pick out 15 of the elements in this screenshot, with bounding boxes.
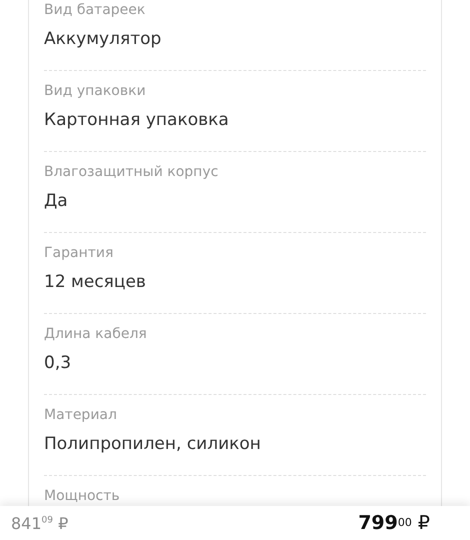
spec-value: Полипропилен, силикон bbox=[44, 433, 261, 456]
spec-label: Вид упаковки bbox=[44, 82, 146, 101]
spec-value: 0,3 bbox=[44, 352, 72, 375]
spec-label: Вид батареек bbox=[44, 1, 146, 20]
price: 799$^{00}$ ₽ bbox=[358, 512, 430, 534]
spec-label: Мощность bbox=[44, 487, 120, 506]
spec-label: Материал bbox=[44, 406, 117, 425]
spec-label: Влагозащитный корпус bbox=[44, 163, 218, 182]
old-price: 841$^{09}$ ₽ bbox=[11, 514, 68, 532]
spec-label: Длина кабеля bbox=[44, 325, 147, 344]
spec-label: Гарантия bbox=[44, 244, 114, 263]
spec-value: Картонная упаковка bbox=[44, 109, 229, 132]
spec-value: Аккумулятор bbox=[44, 28, 162, 51]
spec-value: 12 месяцев bbox=[44, 271, 146, 294]
spec-value: Да bbox=[44, 190, 68, 213]
